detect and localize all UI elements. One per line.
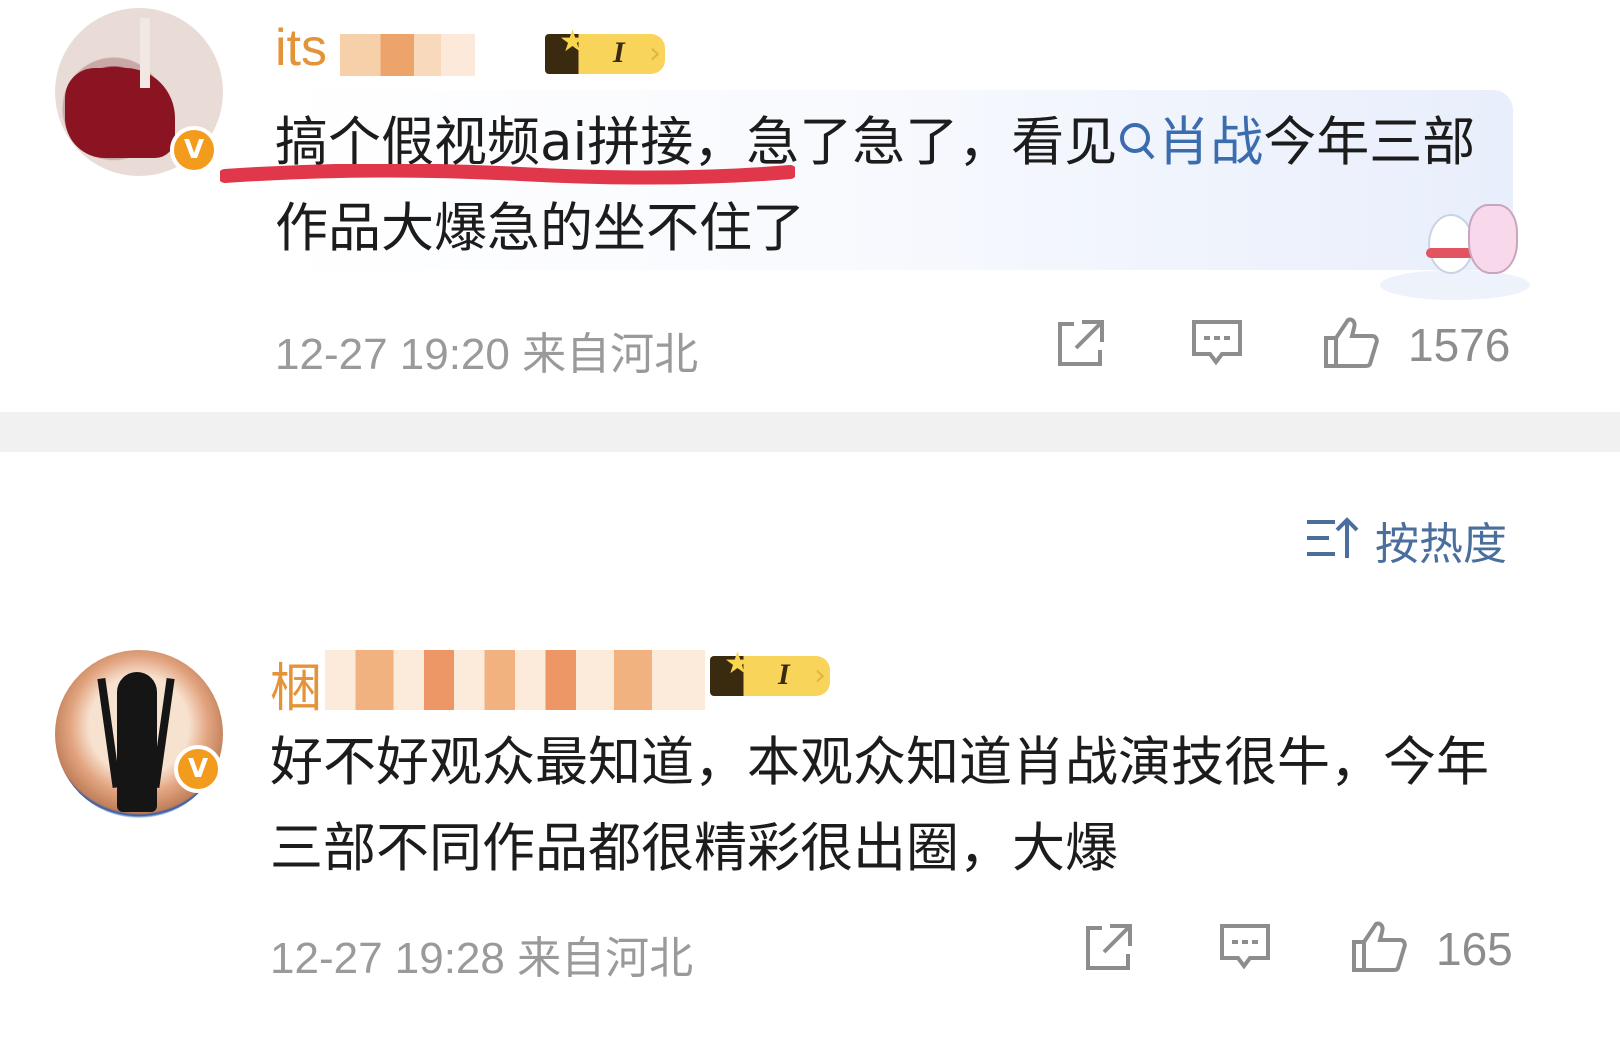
like-icon [1352,921,1407,972]
like-count: 165 [1436,923,1513,975]
username[interactable]: 梱 [270,646,322,721]
search-link-label: 肖战 [1157,112,1264,173]
crown-level-icon[interactable]: ★ I › [710,644,840,696]
like-button[interactable] [1350,918,1408,980]
like-icon [1324,317,1379,368]
level-label: I [778,658,790,691]
sort-label: 按热度 [1375,519,1507,570]
share-icon [1086,924,1132,970]
comment-card: V its ★ I › 搞个假视频ai拼接，急了急了，看见 肖战今年三部作品大爆急… [0,0,1620,425]
crown-level-icon[interactable]: ★ I › [545,22,675,74]
share-button[interactable] [1080,918,1138,980]
section-divider [0,412,1620,452]
verified-v-icon: V [174,745,222,793]
search-icon [1120,123,1155,160]
avatar-image-figure [117,672,157,812]
comment-text: 好不好观众最知道，本观众知道肖战演技很牛，今年三部不同作品都很精彩很出圈，大爆 [270,732,1489,879]
comment-button[interactable] [1216,918,1274,980]
avatar-image-dress [65,68,175,158]
share-button[interactable] [1052,314,1110,376]
like-count: 1576 [1408,319,1511,371]
search-link[interactable]: 肖战 [1117,112,1263,173]
red-underline-mark [220,164,795,185]
avatar-image-strap [140,18,150,88]
level-label: I [613,36,625,69]
like-button[interactable] [1322,314,1380,376]
username-blur [340,34,475,76]
verified-v-icon: V [170,126,218,174]
username[interactable]: its [275,18,327,78]
comment-actions: 1576 [0,310,1620,380]
sort-icon [1307,517,1359,558]
comment-icon [1192,320,1242,366]
share-icon [1058,320,1104,366]
comment-actions: 165 [0,914,1620,984]
username-blur [325,650,705,710]
comment-text: 搞个假视频ai拼接，急了急了，看见 肖战今年三部作品大爆急的坐不住了 [275,100,1515,272]
comment-icon [1220,924,1270,970]
comment-button[interactable] [1188,314,1246,376]
comment-card: V 梱 ★ I › 好不好观众最知道，本观众知道肖战演技很牛，今年三部不同作品都… [0,640,1620,1046]
